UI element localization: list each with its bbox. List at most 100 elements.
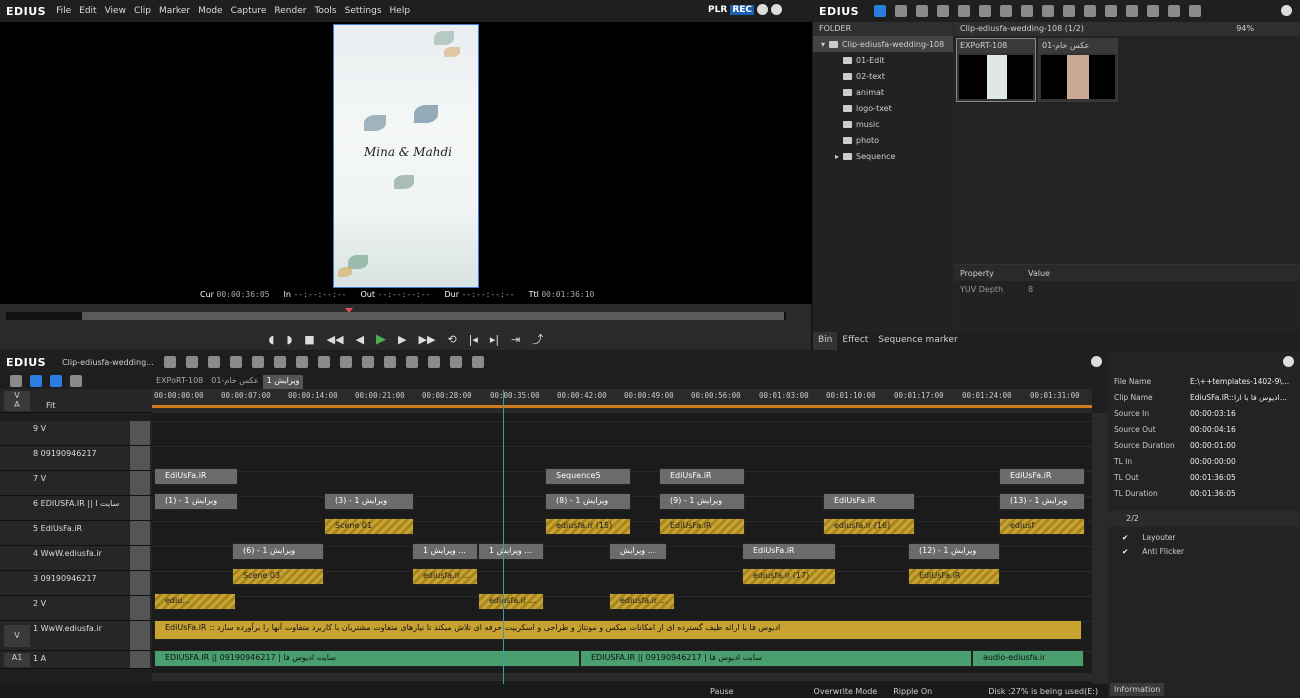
clip[interactable]: EdiUsFa.iR — [154, 468, 238, 485]
play-icon[interactable]: ▶ — [376, 332, 386, 347]
clip[interactable]: ediusfa.ir ... — [412, 568, 478, 585]
prev-edit-icon[interactable]: |◂ — [469, 333, 478, 346]
sequence-name[interactable]: Clip-ediusfa-wedding... — [62, 358, 154, 367]
playhead-marker[interactable] — [345, 308, 353, 313]
clip-thumb-export[interactable]: EXPoRT-108 — [956, 38, 1036, 102]
track-2v[interactable]: 2 V — [0, 596, 152, 621]
clip[interactable]: ediusfa.ir ... — [478, 593, 544, 610]
va-toggle[interactable]: VA — [4, 391, 30, 411]
mixer-icon[interactable] — [427, 356, 440, 368]
tab-effect[interactable]: Effect — [837, 332, 873, 350]
delete-icon[interactable] — [295, 356, 308, 368]
menu-capture[interactable]: Capture — [227, 6, 271, 16]
folder-item-animat[interactable]: animat — [813, 84, 953, 100]
menu-clip[interactable]: Clip — [130, 6, 155, 16]
rec-label[interactable]: REC — [730, 4, 754, 15]
time-ruler[interactable]: 00:00:00:00 00:00:07:00 00:00:14:00 00:0… — [152, 389, 1092, 413]
track-a1[interactable]: A1 1 A — [0, 651, 152, 669]
bin-close-icon[interactable] — [1281, 5, 1292, 16]
undo-icon[interactable] — [317, 356, 330, 368]
track-1[interactable]: V1 WwW.ediusfa.ir — [0, 621, 152, 651]
track-8[interactable]: 8 09190946217 — [0, 446, 152, 471]
clip[interactable]: EdiUsFa.iR — [659, 468, 745, 485]
folder-view-icon[interactable] — [874, 5, 887, 17]
bin-extra-icon[interactable] — [1189, 5, 1202, 17]
folder-item-sequence[interactable]: ▸ Sequence — [813, 148, 953, 164]
add-timeline-icon[interactable] — [1084, 5, 1097, 17]
ripple-icon[interactable] — [30, 375, 42, 387]
menu-edit[interactable]: Edit — [75, 6, 100, 16]
clip[interactable]: ویرایش ... — [609, 543, 667, 560]
fast-forward-icon[interactable]: ▶▶ — [419, 333, 436, 346]
timeline-hscrollbar[interactable] — [152, 673, 1092, 681]
track-va-label[interactable]: V — [4, 625, 30, 647]
clip[interactable]: Sequence5 — [545, 468, 631, 485]
folder-item-root[interactable]: ▾ Clip-ediusfa-wedding-108 — [813, 36, 953, 52]
clip[interactable]: Scene 03 — [232, 568, 324, 585]
track-lock-icon[interactable] — [130, 421, 150, 445]
clip[interactable]: ویرایش 1 ... — [412, 543, 478, 560]
folder-item-logo-txet[interactable]: logo-txet — [813, 100, 953, 116]
folder-item-music[interactable]: music — [813, 116, 953, 132]
track-lock-icon[interactable] — [130, 496, 150, 520]
clip[interactable]: Scene 01 — [324, 518, 414, 535]
add-sequence-icon[interactable] — [979, 5, 992, 17]
check-icon[interactable]: ✔ — [1122, 533, 1128, 542]
clip[interactable]: ویرایش 1 - (3) — [324, 493, 414, 510]
multicam-icon[interactable] — [471, 356, 484, 368]
menu-mode[interactable]: Mode — [194, 6, 227, 16]
group-icon[interactable] — [70, 375, 82, 387]
menu-file[interactable]: File — [52, 6, 75, 16]
timeline-vscrollbar[interactable] — [1092, 413, 1108, 689]
track-9v[interactable]: 9 V — [0, 421, 152, 446]
track-lock-icon[interactable] — [130, 471, 150, 495]
clip[interactable]: EdiUsFa.iR — [908, 568, 1000, 585]
clip[interactable]: EdiUsFa.iR — [742, 543, 836, 560]
menu-tools[interactable]: Tools — [310, 6, 340, 16]
folder-item-02-text[interactable]: 02-text — [813, 68, 953, 84]
save-icon[interactable] — [207, 356, 220, 368]
tracks-area[interactable]: EdiUsFa.iR Sequence5 EdiUsFa.iR EdiUsFa.… — [152, 413, 1092, 689]
clip[interactable]: ediusfa.ir (17) — [742, 568, 836, 585]
redo-icon[interactable] — [339, 356, 352, 368]
clip-thumb-raw-photo[interactable]: عکس خام-01 — [1038, 38, 1118, 102]
tab-information[interactable]: Information — [1110, 683, 1165, 696]
track-lock-icon[interactable] — [130, 596, 150, 620]
list-view-icon[interactable] — [1147, 5, 1160, 17]
tab-export-108[interactable]: EXPoRT-108 — [152, 375, 207, 389]
tab-bin[interactable]: Bin — [813, 332, 838, 350]
export-icon[interactable]: ⤴ — [532, 331, 543, 347]
track-lock-icon[interactable] — [130, 546, 150, 570]
insert-icon[interactable]: ⇥ — [511, 333, 520, 346]
set-in-icon[interactable]: ◖ — [269, 333, 275, 346]
menu-view[interactable]: View — [101, 6, 130, 16]
cut-icon[interactable] — [229, 356, 242, 368]
track-5[interactable]: 5 EdiUsFa.iR — [0, 521, 152, 546]
track-7v[interactable]: 7 V — [0, 471, 152, 496]
track-lock-icon[interactable] — [130, 571, 150, 595]
menu-marker[interactable]: Marker — [155, 6, 194, 16]
next-edit-icon[interactable]: ▸| — [490, 333, 499, 346]
link-icon[interactable] — [50, 375, 62, 387]
clip[interactable]: ediusfa.ir (15) — [545, 518, 631, 535]
delete-icon[interactable] — [1105, 5, 1118, 17]
render-icon[interactable] — [405, 356, 418, 368]
clip[interactable]: ویرایش 1 - (6) — [232, 543, 324, 560]
step-back-icon[interactable]: ◀ — [356, 333, 364, 346]
track-3[interactable]: 3 09190946217 — [0, 571, 152, 596]
folder-item-01-edit[interactable]: 01-Edit — [813, 52, 953, 68]
cut-icon[interactable] — [1000, 5, 1013, 17]
folder-item-photo[interactable]: photo — [813, 132, 953, 148]
sequence-menu-icon[interactable] — [163, 356, 176, 368]
scrub-range[interactable] — [82, 312, 784, 320]
open-project-icon[interactable] — [185, 356, 198, 368]
sync-icon[interactable] — [449, 356, 462, 368]
clip[interactable]: ediusfa.ir ... — [609, 593, 675, 610]
paste-icon[interactable] — [273, 356, 286, 368]
add-title-icon[interactable] — [383, 356, 396, 368]
track-lock-icon[interactable] — [130, 621, 150, 650]
timeline-close-icon[interactable] — [1091, 356, 1102, 367]
menu-help[interactable]: Help — [386, 6, 415, 16]
add-title-icon[interactable] — [958, 5, 971, 17]
track-lock-icon[interactable] — [130, 521, 150, 545]
